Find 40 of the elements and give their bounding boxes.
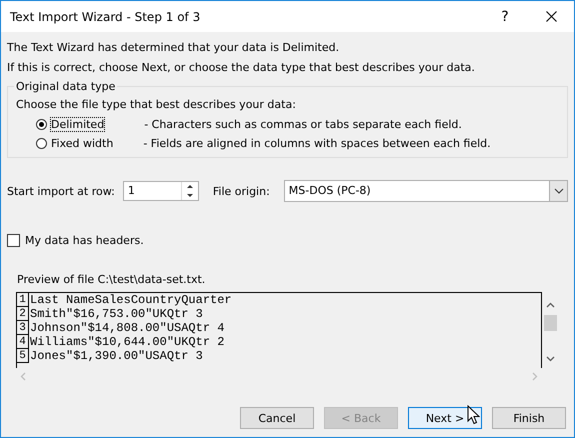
dialog-button[interactable]: Cancel [240,407,314,429]
scroll-up-icon[interactable] [546,302,555,308]
start-row-spinner[interactable]: 1 [122,181,199,201]
dialog-button[interactable]: Next > [408,407,482,429]
intro-text: The Text Wizard has determined that your data is Delimited. [7,40,340,56]
line-number: 3 [17,321,29,335]
checkbox-label[interactable]: My data has headers. [25,234,144,247]
start-row-value: 1 [126,183,136,199]
scroll-down-icon[interactable] [546,356,555,362]
preview-line: Johnson"$14,808.00"USAQtr 4 [29,321,224,335]
file-origin-dropdown[interactable]: MS-DOS (PC-8) [284,180,568,202]
preview-line: Jones"$1,390.00"USAQtr 3 [29,349,203,363]
group-legend: Original data type [14,80,118,93]
checkbox[interactable] [7,234,20,247]
preview-line: Smith"$16,753.00"UKQtr 3 [29,307,203,321]
dialog-button[interactable]: Finish [492,407,566,429]
line-number: 4 [17,335,29,349]
line-number: 5 [17,349,29,363]
mouse-pointer-icon [467,405,480,425]
preview-line: Last NameSalesCountryQuarter [29,293,232,307]
intro-text: If this is correct, choose Next, or choose the data type that best describes your data. [7,60,476,76]
option-description: - Characters such as commas or tabs separate each field. [144,118,462,131]
option-description: - Fields are aligned in columns with spaces between each field. [143,137,491,150]
radio-label[interactable]: Fixed width [51,137,114,150]
help-button[interactable]: ? [482,1,528,32]
close-icon [546,11,556,22]
window-title: Text Import Wizard - Step 1 of 3 [10,10,202,24]
preview-label: Preview of file C:\test\data-set.txt. [17,273,206,286]
line-number: 2 [17,307,29,321]
file-origin-value: MS-DOS (PC-8) [288,183,372,199]
line-number: 1 [17,293,29,307]
scroll-thumb[interactable] [544,315,557,331]
radio-label[interactable]: Delimited [51,118,104,131]
start-row-label: Start import at row: [7,184,115,198]
radio-button[interactable] [36,138,47,149]
chevron-down-icon[interactable] [554,188,564,194]
prompt-text: Choose the file type that best describes your data: [16,97,297,113]
preview-line: Williams"$10,644.00"UKQtr 2 [29,335,224,349]
radio-button[interactable] [36,119,47,130]
file-origin-label: File origin: [212,184,270,198]
